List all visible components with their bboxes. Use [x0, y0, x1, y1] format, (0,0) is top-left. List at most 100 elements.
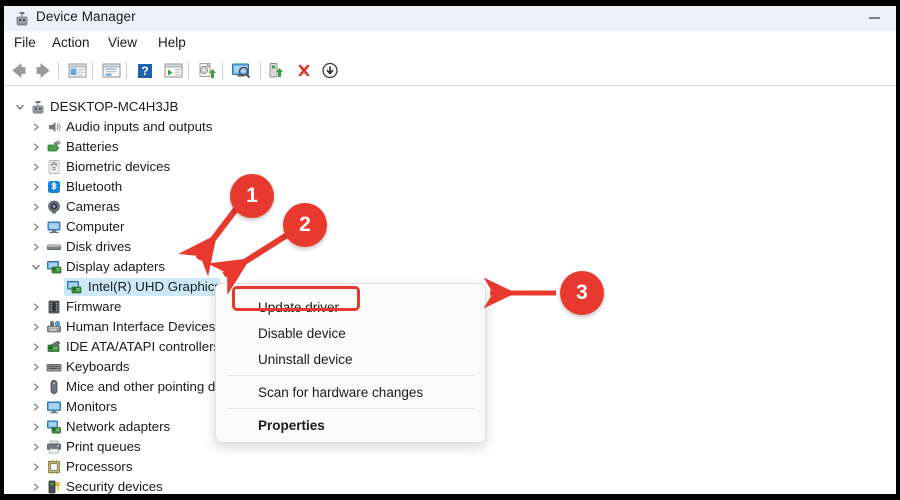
tree-label-ide-controllers: IDE ATA/ATAPI controllers [66, 339, 221, 354]
menu-file[interactable]: File [12, 35, 38, 50]
tree-row-disk-drives[interactable]: Disk drives [4, 237, 896, 257]
device-manager-window: Device Manager File Action View Help ? D… [4, 6, 896, 494]
forward-icon[interactable] [32, 60, 54, 81]
chevron-right-icon[interactable] [30, 201, 42, 213]
tree-label-network-adapters: Network adapters [66, 419, 171, 434]
bluetooth-icon [46, 179, 62, 195]
tree-row-processors[interactable]: Processors [4, 457, 896, 477]
disable-device-icon[interactable] [319, 60, 341, 81]
display-adapter-icon [46, 259, 62, 275]
chevron-right-icon[interactable] [30, 481, 42, 493]
help-icon[interactable]: ? [134, 60, 156, 81]
title-bar: Device Manager [4, 6, 896, 32]
chevron-right-icon[interactable] [30, 381, 42, 393]
callout-badge-1: 1 [230, 174, 274, 218]
context-menu-item-properties[interactable]: Properties [216, 413, 485, 439]
ide-controller-icon [46, 339, 62, 355]
chevron-down-icon[interactable] [30, 261, 42, 273]
computer-icon [46, 219, 62, 235]
toolbar-separator [260, 62, 261, 79]
monitor-icon [46, 399, 62, 415]
tree-label-monitors: Monitors [66, 399, 117, 414]
chevron-down-icon[interactable] [14, 101, 26, 113]
chevron-right-icon[interactable] [30, 301, 42, 313]
tree-row-security-devices[interactable]: Security devices [4, 477, 896, 494]
callout-badge-3: 3 [560, 271, 604, 315]
chevron-right-icon[interactable] [30, 361, 42, 373]
context-menu-item-uninstall-device[interactable]: Uninstall device [216, 347, 485, 373]
tree-label-hid: Human Interface Devices [66, 319, 216, 334]
menu-action[interactable]: Action [50, 35, 92, 50]
computer-root-icon [30, 99, 46, 115]
tree-label-display-adapters: Display adapters [66, 259, 166, 274]
firmware-icon [46, 299, 62, 315]
tree-row-audio[interactable]: Audio inputs and outputs [4, 117, 896, 137]
toolbar-separator [188, 62, 189, 79]
chevron-right-icon[interactable] [30, 121, 42, 133]
chevron-right-icon[interactable] [30, 321, 42, 333]
menu-view[interactable]: View [106, 35, 139, 50]
speaker-icon [46, 119, 62, 135]
tree-label-disk-drives: Disk drives [66, 239, 132, 254]
processor-icon [46, 459, 62, 475]
screen-root: Device Manager File Action View Help ? D… [0, 0, 900, 500]
toolbar-separator [222, 62, 223, 79]
context-menu-separator [227, 375, 474, 376]
callout-badge-2: 2 [283, 203, 327, 247]
tree-label-root: DESKTOP-MC4H3JB [50, 99, 179, 114]
tree-label-print-queues: Print queues [66, 439, 141, 454]
chevron-right-icon[interactable] [30, 461, 42, 473]
show-hide-action-pane-icon[interactable] [162, 60, 184, 81]
tree-label-processors: Processors [66, 459, 133, 474]
display-adapter-icon [66, 279, 82, 295]
uninstall-device-icon[interactable] [293, 60, 315, 81]
chevron-right-icon[interactable] [30, 341, 42, 353]
chevron-right-icon[interactable] [30, 441, 42, 453]
chevron-right-icon[interactable] [30, 401, 42, 413]
keyboard-icon [46, 359, 62, 375]
context-menu-item-update-driver[interactable]: Update driver [216, 295, 485, 321]
chevron-right-icon[interactable] [30, 181, 42, 193]
tree-label-intel-uhd-graphics: Intel(R) UHD Graphics [88, 279, 221, 294]
tree-row-computer[interactable]: Computer [4, 217, 896, 237]
context-menu[interactable]: Update driver Disable device Uninstall d… [215, 283, 486, 443]
menu-help[interactable]: Help [156, 35, 188, 50]
chevron-right-icon[interactable] [30, 161, 42, 173]
chevron-right-icon[interactable] [30, 141, 42, 153]
device-manager-icon [14, 11, 30, 27]
tree-row-biometric[interactable]: Biometric devices [4, 157, 896, 177]
back-icon[interactable] [8, 60, 30, 81]
chevron-right-icon[interactable] [30, 421, 42, 433]
toolbar-separator [58, 62, 59, 79]
fingerprint-icon [46, 159, 62, 175]
security-device-icon [46, 479, 62, 494]
tree-row-cameras[interactable]: Cameras [4, 197, 896, 217]
tree-label-batteries: Batteries [66, 139, 119, 154]
tree-row-batteries[interactable]: Batteries [4, 137, 896, 157]
minimize-button[interactable] [869, 17, 880, 19]
chevron-right-icon[interactable] [30, 221, 42, 233]
svg-text:?: ? [141, 64, 148, 78]
tree-row-display-adapters[interactable]: Display adapters [4, 257, 896, 277]
disk-drive-icon [46, 239, 62, 255]
toolbar-separator [126, 62, 127, 79]
menu-bar: File Action View Help [4, 31, 896, 57]
network-adapter-icon [46, 419, 62, 435]
battery-icon [46, 139, 62, 155]
add-legacy-hardware-icon[interactable] [266, 60, 288, 81]
tree-row-bluetooth[interactable]: Bluetooth [4, 177, 896, 197]
tree-row-root[interactable]: DESKTOP-MC4H3JB [4, 97, 896, 117]
printer-icon [46, 439, 62, 455]
tree-label-keyboards: Keyboards [66, 359, 130, 374]
context-menu-item-disable-device[interactable]: Disable device [216, 321, 485, 347]
tree-label-biometric: Biometric devices [66, 159, 171, 174]
scan-hardware-changes-icon[interactable] [230, 60, 252, 81]
tree-label-security-devices: Security devices [66, 479, 163, 494]
update-driver-icon[interactable] [196, 60, 218, 81]
tree-label-firmware: Firmware [66, 299, 122, 314]
properties-icon[interactable] [100, 60, 122, 81]
chevron-right-icon[interactable] [30, 241, 42, 253]
context-menu-item-scan-for-hardware-changes[interactable]: Scan for hardware changes [216, 380, 485, 406]
hid-icon [46, 319, 62, 335]
show-hide-console-tree-icon[interactable] [66, 60, 88, 81]
